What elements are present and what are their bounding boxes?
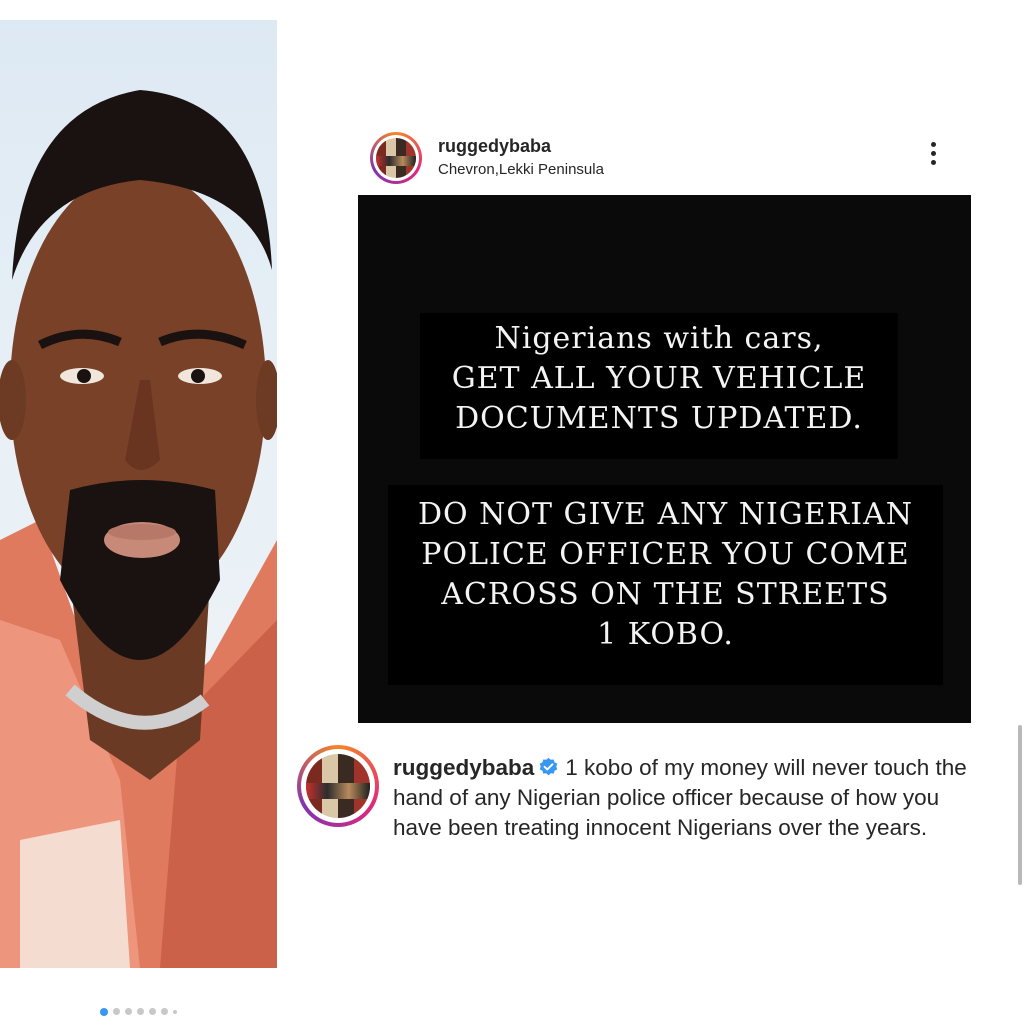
image-text-line: ACROSS ON THE STREETS [441, 577, 890, 612]
image-text-line: GET ALL YOUR VEHICLE [451, 361, 867, 396]
carousel-dot[interactable] [100, 1007, 108, 1016]
carousel-dot[interactable] [113, 1008, 120, 1016]
image-text-line: DOCUMENTS UPDATED. [455, 401, 863, 436]
more-vertical-icon[interactable] [926, 142, 940, 174]
image-text-block-2: DO NOT GIVE ANY NIGERIAN POLICE OFFICER … [388, 485, 943, 685]
image-text-line: DO NOT GIVE ANY NIGERIAN [417, 497, 914, 532]
post-location[interactable]: Chevron,Lekki Peninsula [438, 161, 604, 178]
carousel-indicator [100, 1003, 182, 1016]
verified-badge-icon [538, 756, 559, 777]
image-text-line: 1 KOBO. [597, 617, 734, 652]
image-text-line: Nigerians with cars, [494, 321, 824, 356]
image-text-line: POLICE OFFICER YOU COME [421, 537, 910, 572]
post-image[interactable]: Nigerians with cars, GET ALL YOUR VEHICL… [358, 195, 971, 723]
post-caption: ruggedybaba 1 kobo of my money will never… [393, 753, 973, 843]
profile-portrait-photo [0, 20, 277, 968]
post-username[interactable]: ruggedybaba [438, 136, 551, 157]
carousel-dot[interactable] [173, 1009, 177, 1014]
post-header: ruggedybaba Chevron,Lekki Peninsula [370, 130, 970, 190]
caption-username[interactable]: ruggedybaba [393, 755, 534, 780]
carousel-dot[interactable] [161, 1008, 168, 1016]
scrollbar[interactable] [1018, 725, 1022, 885]
carousel-dot[interactable] [137, 1008, 144, 1016]
carousel-dot[interactable] [125, 1008, 132, 1016]
carousel-dot[interactable] [149, 1008, 156, 1016]
caption-author-avatar[interactable] [297, 745, 379, 827]
post-author-avatar[interactable] [370, 132, 422, 184]
image-text-block-1: Nigerians with cars, GET ALL YOUR VEHICL… [420, 313, 898, 459]
